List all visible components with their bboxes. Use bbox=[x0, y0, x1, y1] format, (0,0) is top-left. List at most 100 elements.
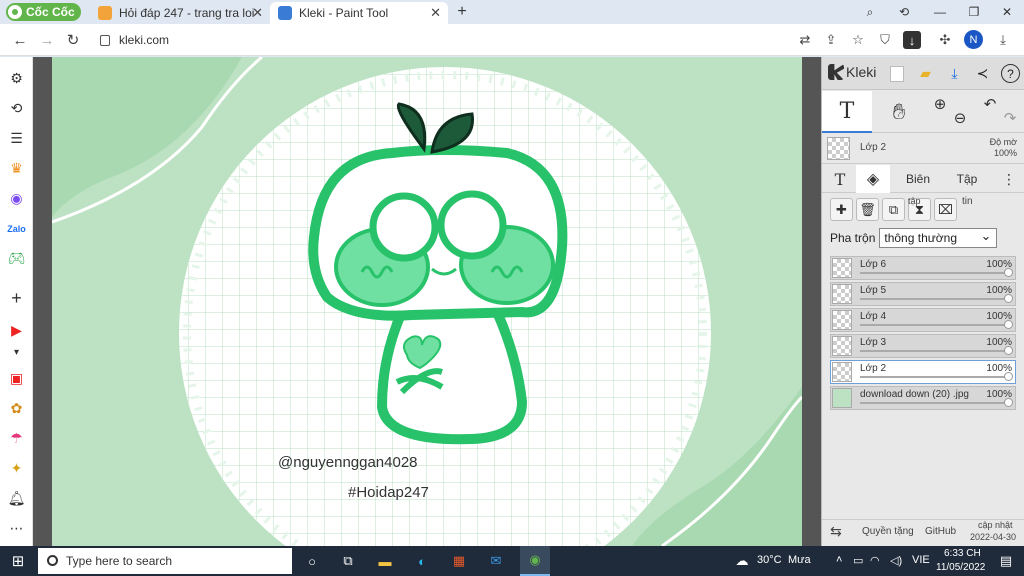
layer-item-selected[interactable]: Lớp 2 100% bbox=[830, 360, 1016, 384]
new-tab-button[interactable]: + bbox=[450, 2, 474, 22]
slider-knob[interactable] bbox=[1004, 320, 1013, 329]
github-link[interactable]: GitHub bbox=[925, 526, 956, 537]
task-view-icon[interactable]: ⧉ bbox=[338, 551, 358, 571]
more-options-icon[interactable]: ⋯ bbox=[7, 519, 26, 538]
tab-kleki[interactable]: Kleki - Paint Tool ✕ bbox=[270, 2, 448, 24]
more-shortcuts-icon[interactable]: ▾ bbox=[7, 343, 26, 362]
mail-icon[interactable]: ✉ bbox=[486, 551, 506, 571]
add-layer-button[interactable]: ✚ bbox=[830, 198, 853, 221]
tab-search-icon[interactable]: ⌕ bbox=[858, 2, 882, 22]
windows-start-icon[interactable]: ⊞ bbox=[8, 551, 28, 571]
privacy-link[interactable]: Quyền tặng bbox=[862, 526, 914, 537]
layer-opacity-slider[interactable] bbox=[860, 272, 1012, 274]
tab-hoidap[interactable]: Hỏi đáp 247 - trang tra loi ✕ bbox=[90, 2, 270, 24]
cortana-icon[interactable]: ○ bbox=[302, 551, 322, 571]
zoom-in-icon[interactable]: ⊕ bbox=[930, 83, 950, 125]
add-shortcut-icon[interactable]: + bbox=[7, 288, 26, 308]
battery-icon[interactable]: ▭ bbox=[853, 554, 863, 567]
reading-list-icon[interactable]: ☰ bbox=[7, 129, 26, 148]
language-indicator[interactable]: VIE bbox=[912, 554, 930, 566]
layer-opacity-slider[interactable] bbox=[860, 324, 1012, 326]
slider-knob[interactable] bbox=[1004, 294, 1013, 303]
duplicate-layer-icon[interactable]: ⧉ bbox=[882, 198, 905, 221]
settings-gear-icon[interactable]: ⚙ bbox=[7, 69, 26, 88]
new-image-icon[interactable] bbox=[890, 66, 904, 82]
clock-date[interactable]: 11/05/2022 bbox=[936, 562, 985, 573]
umbrella-icon[interactable]: ☂ bbox=[7, 429, 26, 448]
tab-layers-icon[interactable]: ◈ bbox=[856, 165, 890, 193]
drawing-canvas-area[interactable]: @nguyennggan4028 #Hoidap247 bbox=[33, 57, 821, 546]
crown-icon[interactable]: ♛ bbox=[7, 159, 26, 178]
shield-icon[interactable]: ⛉ bbox=[876, 31, 894, 49]
slider-knob[interactable] bbox=[1004, 268, 1013, 277]
text-tool-button[interactable]: T bbox=[822, 91, 872, 133]
volume-icon[interactable]: ◁) bbox=[890, 554, 902, 567]
bookmark-star-icon[interactable]: ☆ bbox=[849, 31, 867, 49]
notification-center-icon[interactable]: ▤ bbox=[996, 551, 1016, 571]
downloads-icon[interactable]: ⤓ bbox=[994, 31, 1012, 49]
close-tab-icon[interactable]: ✕ bbox=[430, 5, 441, 21]
layer-opacity-slider[interactable] bbox=[860, 350, 1012, 352]
restore-button[interactable]: ❐ bbox=[962, 2, 986, 22]
share-icon[interactable]: ⇪ bbox=[822, 31, 840, 49]
share-nodes-icon[interactable]: ≺ bbox=[973, 64, 992, 83]
forward-button[interactable]: → bbox=[37, 30, 57, 50]
zoom-out-icon[interactable]: ⊖ bbox=[950, 97, 970, 139]
save-download-icon[interactable]: ⤓ bbox=[945, 64, 964, 83]
download-arrow-icon[interactable]: ↓ bbox=[903, 31, 921, 49]
url-field[interactable]: kleki.com bbox=[100, 30, 169, 50]
lotus-icon[interactable]: ✿ bbox=[7, 399, 26, 418]
close-window-button[interactable]: ✕ bbox=[995, 2, 1019, 22]
minimize-button[interactable]: — bbox=[928, 2, 952, 22]
open-folder-icon[interactable]: ▰ bbox=[916, 64, 935, 83]
layer-opacity-slider[interactable] bbox=[860, 376, 1012, 378]
layer-item[interactable]: Lớp 3 100% bbox=[830, 334, 1016, 358]
extensions-puzzle-icon[interactable]: ✣ bbox=[936, 31, 954, 49]
undo-icon[interactable]: ↶ bbox=[980, 83, 1000, 125]
zalo-icon[interactable]: Zalo bbox=[7, 219, 26, 238]
game-controller-icon[interactable]: 🎮︎ bbox=[7, 249, 26, 268]
layer-item[interactable]: Lớp 5 100% bbox=[830, 282, 1016, 306]
layer-item[interactable]: Lớp 4 100% bbox=[830, 308, 1016, 332]
more-menu-icon[interactable]: ⋮ bbox=[1002, 165, 1016, 193]
coccoc-taskbar-icon[interactable]: ◉ bbox=[520, 546, 550, 576]
layer-opacity-slider[interactable] bbox=[860, 402, 1012, 404]
rename-layer-icon[interactable]: ⌧ bbox=[934, 198, 957, 221]
translate-icon[interactable]: ⇄ bbox=[796, 31, 814, 49]
gift-icon[interactable]: ✦ bbox=[7, 459, 26, 478]
tab-history-icon[interactable]: ⟲ bbox=[892, 2, 916, 22]
slider-knob[interactable] bbox=[1004, 346, 1013, 355]
notification-bell-icon[interactable]: 🔔︎ bbox=[7, 489, 26, 508]
slider-knob[interactable] bbox=[1004, 398, 1013, 407]
profile-avatar[interactable]: N bbox=[964, 30, 983, 49]
back-button[interactable]: ← bbox=[10, 30, 30, 50]
edge-icon[interactable]: ◐ bbox=[412, 551, 432, 571]
drawing-canvas[interactable]: @nguyennggan4028 #Hoidap247 bbox=[52, 57, 802, 546]
layer-item[interactable]: download down (20) .jpg 100% bbox=[830, 386, 1016, 410]
reload-button[interactable]: ↻ bbox=[63, 30, 83, 50]
youtube-icon[interactable]: ▶ bbox=[7, 321, 26, 340]
store-icon[interactable]: ▦ bbox=[449, 551, 469, 571]
tab-file[interactable]: Tập bbox=[950, 165, 984, 193]
tab-adjust[interactable]: Biên bbox=[900, 165, 936, 193]
taskbar-search-box[interactable]: Type here to search bbox=[38, 548, 292, 574]
close-tab-icon[interactable]: ✕ bbox=[252, 5, 263, 21]
help-icon[interactable]: ? bbox=[1001, 64, 1020, 83]
clock-time[interactable]: 6:33 CH bbox=[944, 548, 981, 559]
slider-knob[interactable] bbox=[1004, 372, 1013, 381]
file-explorer-icon[interactable]: ▬ bbox=[375, 551, 395, 571]
history-icon[interactable]: ⟲ bbox=[7, 99, 26, 118]
tab-text-tool[interactable]: T bbox=[826, 165, 854, 193]
hand-tool-icon[interactable]: ✋︎ bbox=[884, 91, 914, 133]
layer-item[interactable]: Lớp 6 100% bbox=[830, 256, 1016, 280]
weather-cloud-icon[interactable]: ☁ bbox=[732, 551, 752, 571]
blend-mode-select[interactable]: thông thường bbox=[879, 228, 998, 248]
swap-panel-icon[interactable]: ⇆ bbox=[830, 523, 842, 540]
messenger-icon[interactable]: ◉ bbox=[7, 189, 26, 208]
coccoc-menu-button[interactable]: Cốc Cốc bbox=[6, 3, 81, 21]
shopping-icon[interactable]: ▣ bbox=[7, 369, 26, 388]
redo-icon[interactable]: ↷ bbox=[1000, 97, 1020, 139]
tray-chevron-icon[interactable]: ˄ bbox=[836, 554, 842, 566]
delete-layer-icon[interactable]: 🗑︎ bbox=[856, 198, 879, 221]
wifi-icon[interactable]: ◠ bbox=[870, 554, 880, 567]
